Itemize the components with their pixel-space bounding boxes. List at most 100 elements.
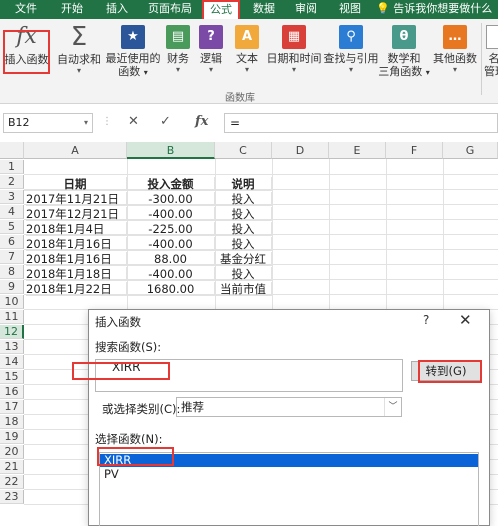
- row-header[interactable]: 22: [0, 475, 24, 489]
- cell-amount[interactable]: -225.00: [127, 222, 215, 236]
- star-book-icon: ★: [121, 25, 145, 49]
- search-function-label: 搜索函数(S):: [95, 340, 162, 354]
- cell-amount[interactable]: -400.00: [127, 237, 215, 251]
- chevron-down-icon: ﹀: [384, 398, 401, 416]
- row-header[interactable]: 8: [0, 265, 24, 279]
- tab-file[interactable]: 文件: [6, 0, 46, 19]
- name-box[interactable]: B12 ▾: [3, 113, 93, 133]
- row-header[interactable]: 17: [0, 400, 24, 414]
- row-header[interactable]: 9: [0, 280, 24, 294]
- cell-date[interactable]: 2018年1月16日: [26, 237, 127, 251]
- cell-date[interactable]: 2017年11月21日: [26, 192, 127, 206]
- chevron-down-icon: ▾: [291, 65, 296, 74]
- cell-date[interactable]: 2018年1月18日: [26, 267, 127, 281]
- gridline: [24, 174, 498, 175]
- cell-note[interactable]: 基金分红: [215, 252, 272, 266]
- autosum-button[interactable]: Σ 自动求和 ▾: [57, 23, 101, 75]
- row-header[interactable]: 19: [0, 430, 24, 444]
- tab-view[interactable]: 视图: [330, 0, 370, 19]
- ribbon-group-separator: [481, 23, 482, 95]
- cell-amount[interactable]: -400.00: [127, 267, 215, 281]
- cell-amount[interactable]: -300.00: [127, 192, 215, 206]
- chevron-down-icon: ▾: [175, 65, 180, 74]
- column-header-g[interactable]: G: [443, 142, 498, 159]
- function-item-highlight: [97, 447, 174, 466]
- row-header[interactable]: 20: [0, 445, 24, 459]
- select-function-label: 选择函数(N):: [95, 432, 163, 446]
- row-header[interactable]: 14: [0, 355, 24, 369]
- select-all-corner[interactable]: [0, 142, 24, 159]
- tell-me-box[interactable]: 💡 告诉我你想要做什么: [376, 0, 492, 19]
- chevron-down-icon: ▾: [83, 118, 88, 127]
- cell-date[interactable]: 2018年1月16日: [26, 252, 127, 266]
- row-header[interactable]: 21: [0, 460, 24, 474]
- row-header[interactable]: 13: [0, 340, 24, 354]
- cell-note[interactable]: 投入: [215, 207, 272, 221]
- header-cell-amount[interactable]: 投入金额: [127, 177, 215, 191]
- name-manager-button[interactable]: 名 管理: [484, 23, 498, 78]
- datetime-button[interactable]: ▦ 日期和时间 ▾: [265, 23, 323, 74]
- help-icon[interactable]: ?: [423, 313, 429, 327]
- tab-formulas[interactable]: 公式: [202, 0, 240, 19]
- row-header[interactable]: 11: [0, 310, 24, 324]
- cell-note[interactable]: 投入: [215, 237, 272, 251]
- row-header[interactable]: 7: [0, 250, 24, 264]
- row-header[interactable]: 4: [0, 205, 24, 219]
- logical-button[interactable]: ? 逻辑 ▾: [198, 23, 224, 74]
- recent-functions-button[interactable]: ★ 最近使用的 函数 ▾: [104, 23, 162, 79]
- insert-function-icon[interactable]: fx: [195, 114, 208, 129]
- math-trig-button[interactable]: θ 数学和 三角函数 ▾: [378, 23, 430, 79]
- tab-home[interactable]: 开始: [52, 0, 92, 19]
- row-header[interactable]: 16: [0, 385, 24, 399]
- tell-me-text: 告诉我你想要做什么: [393, 2, 493, 15]
- tab-data[interactable]: 数据: [246, 0, 282, 19]
- financial-book-icon: ▤: [166, 25, 190, 49]
- column-header-c[interactable]: C: [215, 142, 272, 159]
- column-header-d[interactable]: D: [272, 142, 329, 159]
- cell-amount[interactable]: -400.00: [127, 207, 215, 221]
- row-header[interactable]: 3: [0, 190, 24, 204]
- column-header-b[interactable]: B: [127, 142, 215, 159]
- cell-note[interactable]: 投入: [215, 222, 272, 236]
- financial-button[interactable]: ▤ 财务 ▾: [165, 23, 191, 74]
- column-header-f[interactable]: F: [386, 142, 443, 159]
- row-header[interactable]: 23: [0, 490, 24, 504]
- tab-review[interactable]: 审阅: [286, 0, 326, 19]
- header-cell-date[interactable]: 日期: [24, 177, 127, 191]
- list-item[interactable]: PV: [100, 468, 478, 481]
- tab-insert[interactable]: 插入: [97, 0, 137, 19]
- cell-note[interactable]: 当前市值: [215, 282, 272, 296]
- cell-note[interactable]: 投入: [215, 192, 272, 206]
- row-header[interactable]: 10: [0, 295, 24, 309]
- column-header-e[interactable]: E: [329, 142, 386, 159]
- cell-note[interactable]: 投入: [215, 267, 272, 281]
- row-header[interactable]: 1: [0, 160, 24, 174]
- tab-page-layout[interactable]: 页面布局: [142, 0, 198, 19]
- lookup-reference-button[interactable]: ⚲ 查找与引用 ▾: [323, 23, 379, 74]
- header-cell-note[interactable]: 说明: [215, 177, 272, 191]
- more-options-icon: ⋮: [102, 116, 112, 127]
- cell-amount[interactable]: 1680.00: [127, 282, 215, 296]
- formula-input[interactable]: =: [224, 113, 498, 133]
- cancel-icon[interactable]: ✕: [128, 114, 139, 129]
- text-functions-button[interactable]: A 文本 ▾: [232, 23, 262, 74]
- cell-date[interactable]: 2017年12月21日: [26, 207, 127, 221]
- chevron-down-icon: ▾: [143, 68, 148, 77]
- cell-date[interactable]: 2018年1月22日: [26, 282, 127, 296]
- go-button-highlight: [418, 360, 482, 383]
- chevron-down-icon: ▾: [76, 66, 81, 75]
- enter-icon[interactable]: ✓: [160, 114, 171, 129]
- close-icon[interactable]: ✕: [459, 311, 472, 329]
- row-header[interactable]: 2: [0, 175, 24, 189]
- row-header[interactable]: 18: [0, 415, 24, 429]
- cell-amount[interactable]: 88.00: [127, 252, 215, 266]
- row-header[interactable]: 15: [0, 370, 24, 384]
- question-book-icon: ?: [199, 25, 223, 49]
- row-header[interactable]: 6: [0, 235, 24, 249]
- column-header-a[interactable]: A: [24, 142, 127, 159]
- cell-date[interactable]: 2018年1月4日: [26, 222, 127, 236]
- category-select[interactable]: 推荐 ﹀: [176, 397, 402, 417]
- row-header[interactable]: 12: [0, 325, 24, 339]
- more-functions-button[interactable]: … 其他函数 ▾: [430, 23, 480, 74]
- row-header[interactable]: 5: [0, 220, 24, 234]
